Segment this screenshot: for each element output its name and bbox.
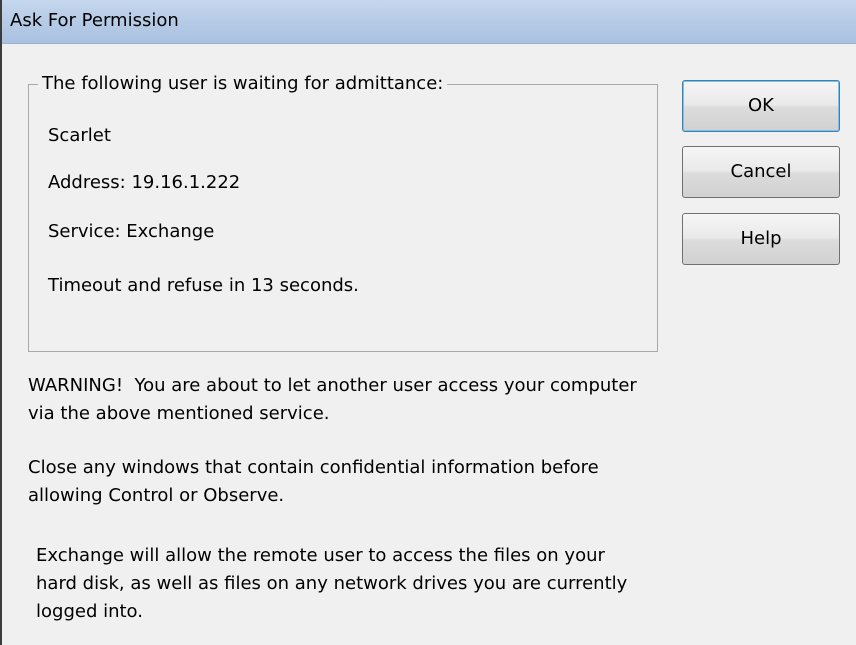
close-line-2: allowing Control or Observe. [28, 485, 285, 506]
warning-line-2: via the above mentioned service. [28, 403, 330, 424]
user-info-groupbox [28, 84, 658, 352]
warning-line-1: WARNING! You are about to let another us… [28, 375, 637, 396]
groupbox-legend: The following user is waiting for admitt… [38, 73, 448, 94]
user-name: Scarlet [48, 125, 111, 146]
cancel-button[interactable]: Cancel [682, 146, 840, 198]
title-bar[interactable]: Ask For Permission [2, 0, 856, 44]
ok-button[interactable]: OK [682, 80, 840, 132]
help-button[interactable]: Help [682, 213, 840, 265]
exchange-access-message: Exchange will allow the remote user to a… [36, 542, 836, 626]
user-service: Service: Exchange [48, 221, 215, 242]
warning-message: WARNING! You are about to let another us… [28, 372, 828, 428]
close-windows-message: Close any windows that contain confident… [28, 454, 828, 510]
close-line-1: Close any windows that contain confident… [28, 457, 599, 478]
exchange-line-2: hard disk, as well as files on any netwo… [36, 573, 628, 594]
permission-dialog: Ask For Permission The following user is… [0, 0, 856, 645]
exchange-line-3: logged into. [36, 601, 143, 622]
timeout-countdown: Timeout and refuse in 13 seconds. [48, 275, 359, 296]
window-title: Ask For Permission [10, 10, 179, 31]
exchange-line-1: Exchange will allow the remote user to a… [36, 545, 605, 566]
user-address: Address: 19.16.1.222 [48, 172, 241, 193]
